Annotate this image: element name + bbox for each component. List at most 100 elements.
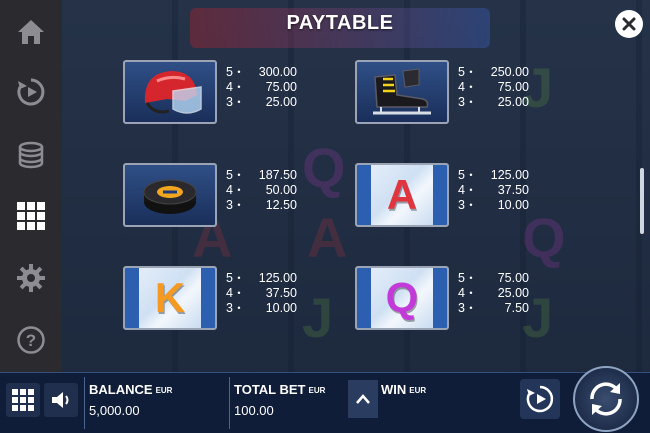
payout-value: 50.00 <box>265 183 297 197</box>
skates-icon <box>373 68 431 115</box>
payout-row: 4 • 25.00 <box>455 286 529 301</box>
grid-menu-icon <box>12 389 34 411</box>
payout-value: 75.00 <box>265 80 297 94</box>
payout-value: 12.50 <box>265 198 297 212</box>
payout-row: 4 • 37.50 <box>223 286 297 301</box>
payout-row: 5 • 300.00 <box>223 65 297 80</box>
payout-row: 5 • 125.00 <box>223 271 297 286</box>
match-count: 4 <box>226 286 233 300</box>
bullet: • <box>237 303 241 313</box>
currency-label: EUR <box>155 386 173 395</box>
symbol-letter: K <box>154 274 186 321</box>
match-count: 4 <box>458 80 465 94</box>
match-count: 5 <box>458 168 465 182</box>
match-count: 5 <box>226 271 233 285</box>
sound-button[interactable] <box>44 383 78 417</box>
payout-row: 5 • 187.50 <box>223 168 297 183</box>
payout-row: 3 • 10.00 <box>455 198 529 213</box>
payout-value: 25.00 <box>497 286 529 300</box>
payout-value: 250.00 <box>490 65 529 79</box>
bullet: • <box>469 273 473 283</box>
balance-value: 5,000.00 <box>89 403 140 418</box>
close-button[interactable] <box>615 10 643 38</box>
payout-row: 5 • 75.00 <box>455 271 529 286</box>
paytable-entry-q: Q 5 • 75.00 4 • 25.00 3 • 7.50 <box>355 266 565 332</box>
scrollbar[interactable] <box>640 168 644 234</box>
symbol-letter: A <box>386 171 418 218</box>
match-count: 3 <box>226 95 233 109</box>
match-count: 4 <box>226 80 233 94</box>
paytable-entry-a: A 5 • 125.00 4 • 37.50 3 • 10.00 <box>355 163 565 229</box>
help-icon[interactable]: ? <box>11 320 51 360</box>
letter-q-symbol: Q <box>355 266 449 330</box>
autoplay-icon <box>526 385 554 413</box>
close-icon <box>622 17 636 31</box>
bullet: • <box>237 97 241 107</box>
bullet: • <box>469 170 473 180</box>
match-count: 4 <box>458 286 465 300</box>
page-title: PAYTABLE <box>286 12 394 34</box>
total-bet-value: 100.00 <box>234 403 274 418</box>
gear-icon[interactable] <box>11 258 51 298</box>
payout-row: 5 • 125.00 <box>455 168 529 183</box>
total-bet-field: TOTAL BET EUR 100.00 <box>234 381 325 418</box>
bullet: • <box>469 185 473 195</box>
payout-value: 125.00 <box>258 271 297 285</box>
payout-value: 37.50 <box>497 183 529 197</box>
payout-value: 75.00 <box>497 271 529 285</box>
symbol-letter: Q <box>385 274 419 321</box>
bullet: • <box>469 288 473 298</box>
payout-list: 5 • 187.50 4 • 50.00 3 • 12.50 <box>223 168 297 213</box>
payout-row: 3 • 10.00 <box>223 301 297 316</box>
currency-label: EUR <box>409 386 427 395</box>
bet-increase-button[interactable] <box>348 380 378 418</box>
menu-button[interactable] <box>6 383 40 417</box>
bullet: • <box>469 200 473 210</box>
paytable-entry-k: K 5 • 125.00 4 • 37.50 3 • 10.00 <box>123 266 333 332</box>
autoplay-button[interactable] <box>520 379 560 419</box>
match-count: 3 <box>458 95 465 109</box>
payout-value: 10.00 <box>265 301 297 315</box>
payout-value: 25.00 <box>265 95 297 109</box>
divider <box>229 377 230 429</box>
payout-value: 300.00 <box>258 65 297 79</box>
bullet: • <box>469 67 473 77</box>
paytable-grid-icon[interactable] <box>11 196 51 236</box>
payout-value: 7.50 <box>504 301 529 315</box>
payout-value: 25.00 <box>497 95 529 109</box>
payout-row: 3 • 12.50 <box>223 198 297 213</box>
match-count: 5 <box>458 65 465 79</box>
rink-band <box>357 268 371 328</box>
skates-symbol <box>355 60 449 124</box>
svg-text:?: ? <box>26 331 36 350</box>
bullet: • <box>469 97 473 107</box>
divider <box>84 377 85 429</box>
payout-row: 5 • 250.00 <box>455 65 529 80</box>
payout-list: 5 • 300.00 4 • 75.00 3 • 25.00 <box>223 65 297 110</box>
match-count: 4 <box>226 183 233 197</box>
match-count: 3 <box>458 198 465 212</box>
payout-list: 5 • 250.00 4 • 75.00 3 • 25.00 <box>455 65 529 110</box>
currency-label: EUR <box>308 386 326 395</box>
total-bet-label: TOTAL BET <box>234 382 306 397</box>
payout-value: 75.00 <box>497 80 529 94</box>
replay-icon[interactable] <box>11 72 51 112</box>
spin-button[interactable] <box>573 366 639 432</box>
puck-symbol <box>123 163 217 227</box>
letter-a-symbol: A <box>355 163 449 227</box>
payout-row: 4 • 50.00 <box>223 183 297 198</box>
letter-k-symbol: K <box>123 266 217 330</box>
match-count: 5 <box>226 168 233 182</box>
payout-value: 37.50 <box>265 286 297 300</box>
match-count: 5 <box>458 271 465 285</box>
spin-icon <box>590 382 622 416</box>
bullet: • <box>237 200 241 210</box>
speaker-icon <box>52 392 69 408</box>
win-label: WIN <box>381 382 407 397</box>
payout-value: 125.00 <box>490 168 529 182</box>
coins-icon[interactable] <box>11 134 51 174</box>
bullet: • <box>469 303 473 313</box>
payout-row: 4 • 37.50 <box>455 183 529 198</box>
payout-list: 5 • 75.00 4 • 25.00 3 • 7.50 <box>455 271 529 316</box>
payout-row: 4 • 75.00 <box>223 80 297 95</box>
